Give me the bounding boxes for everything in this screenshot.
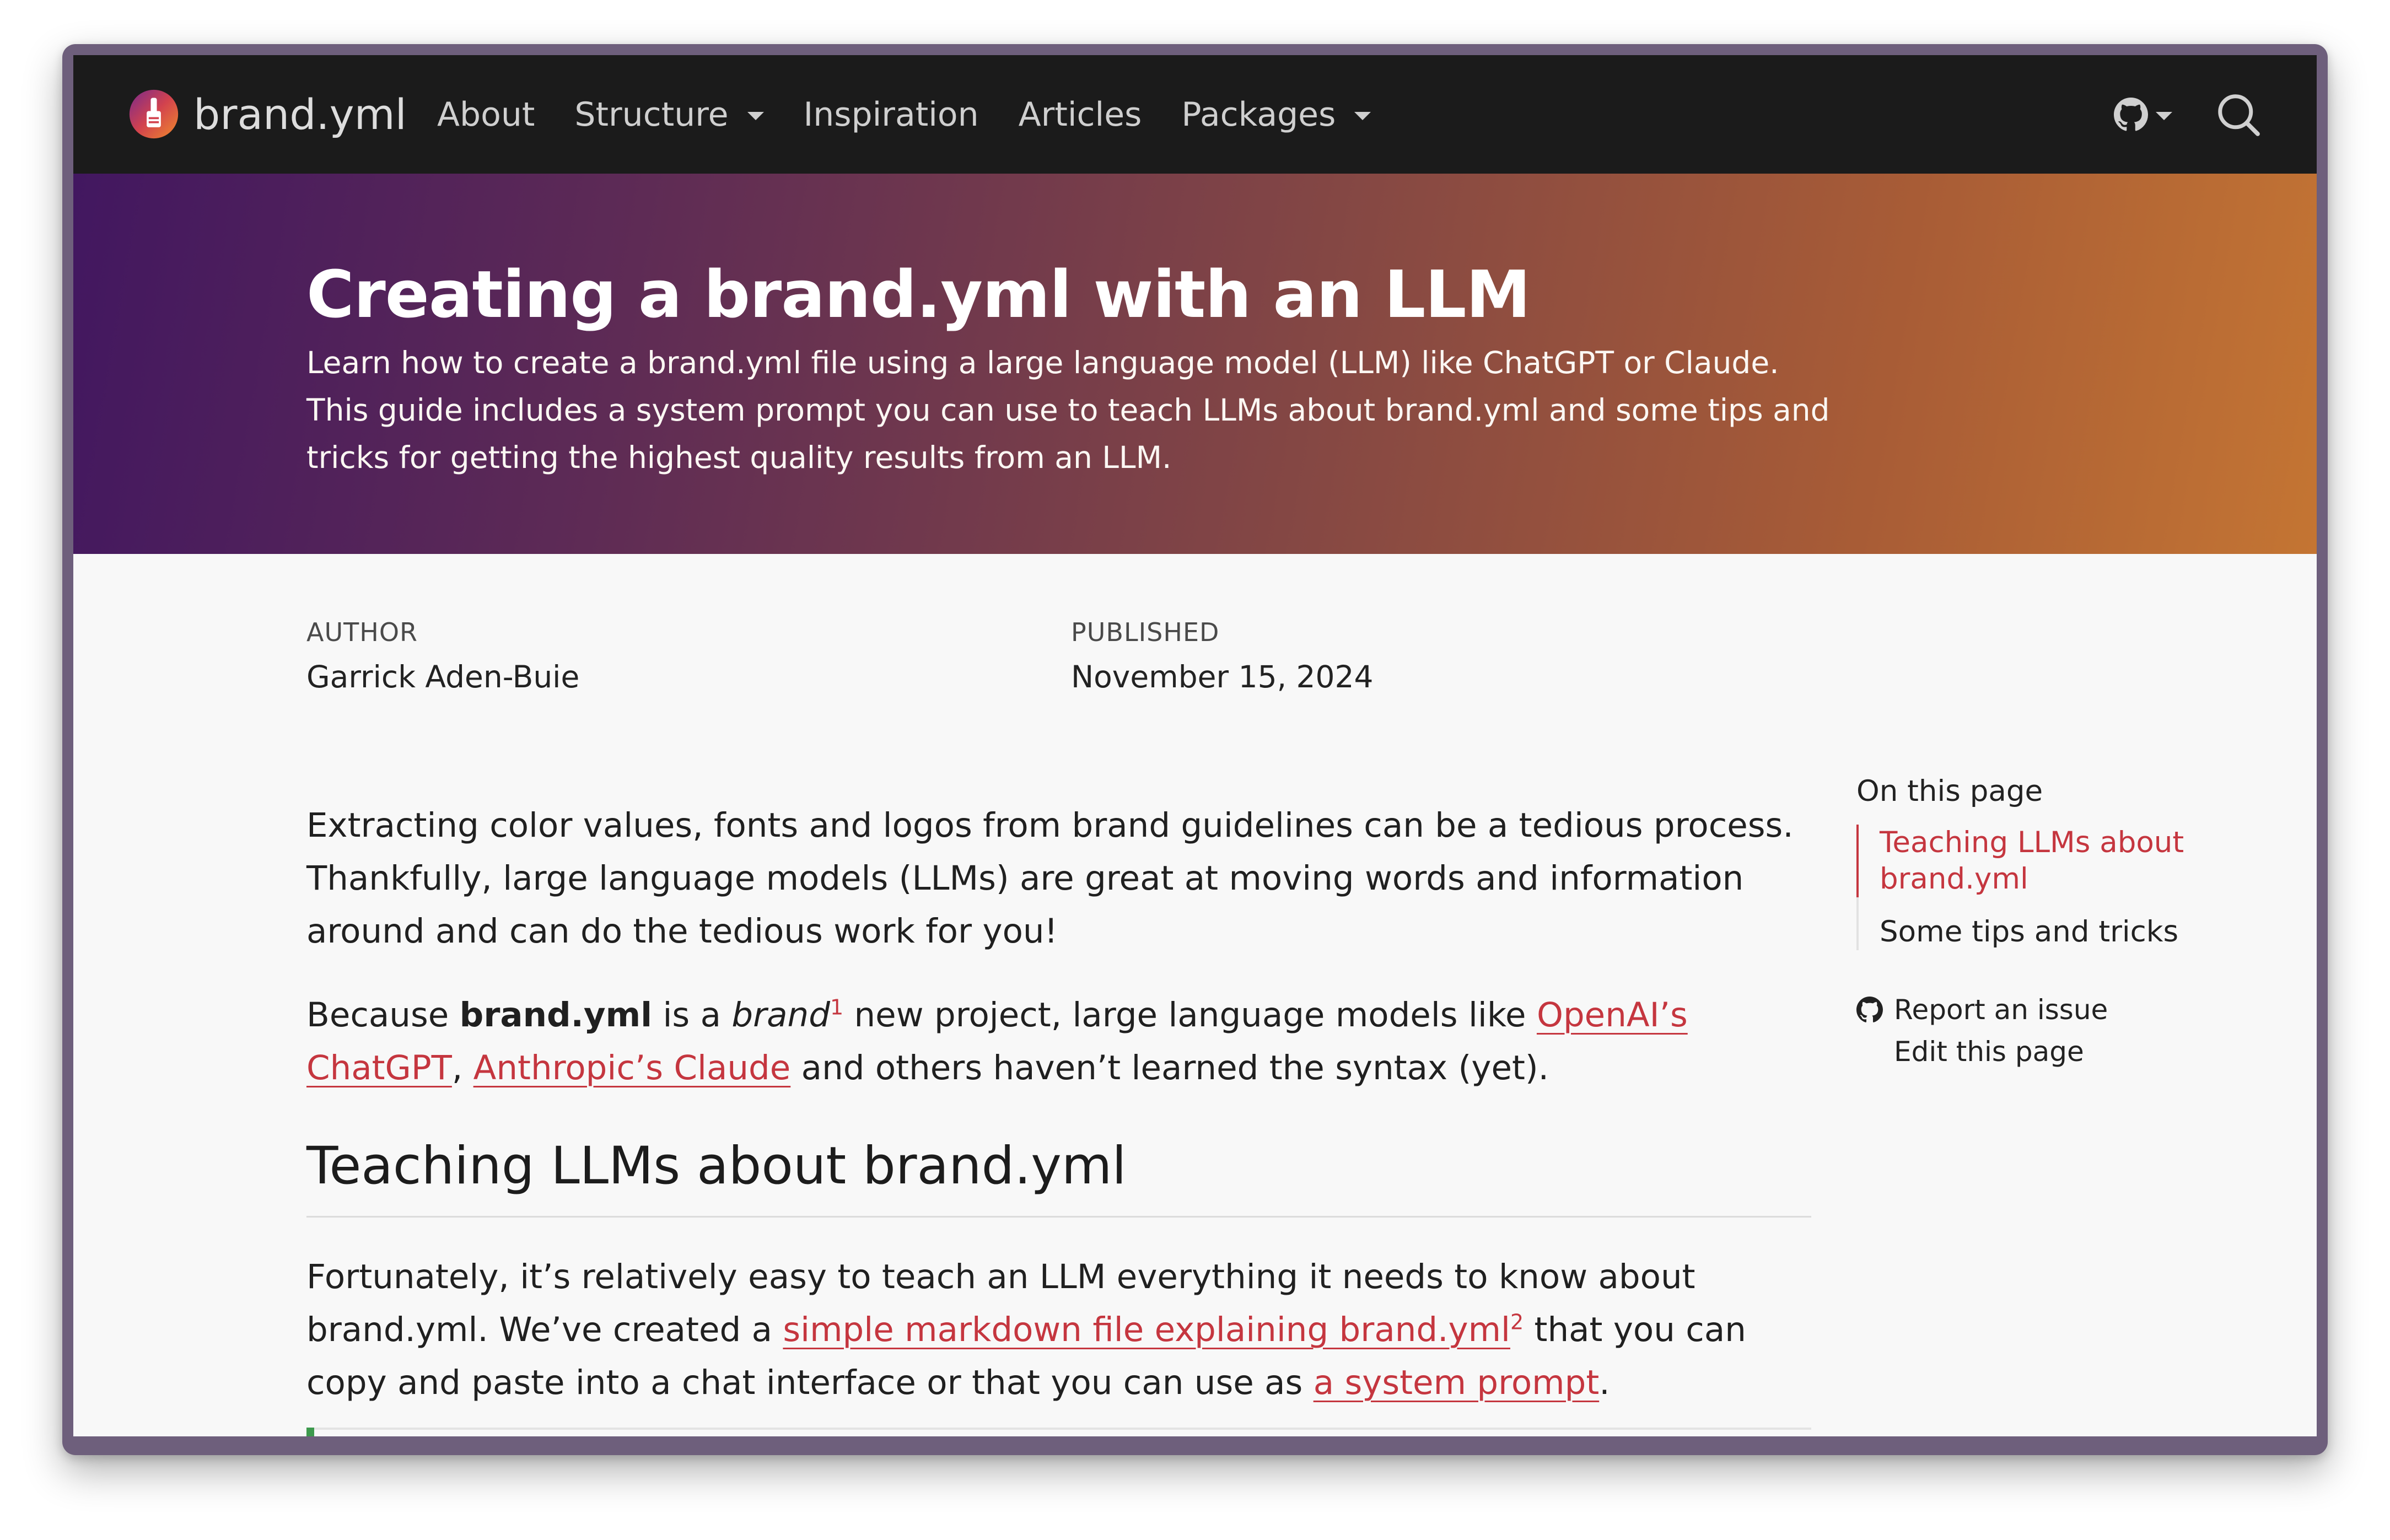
published-block: PUBLISHED November 15, 2024 (1071, 617, 1374, 694)
nav-item-label: About (437, 95, 535, 134)
heading-divider (306, 1216, 1811, 1218)
callout-box (306, 1428, 1811, 1436)
github-menu-button[interactable] (2114, 97, 2172, 132)
nav-item-label: Packages (1181, 95, 1336, 134)
brand-logo-icon (129, 89, 179, 139)
text-run: Because (306, 995, 460, 1035)
browser-window: brand.yml About Structure Inspiration Ar… (62, 44, 2328, 1455)
caret-down-icon (1354, 112, 1371, 120)
claude-link[interactable]: Anthropic’s Claude (473, 1048, 791, 1087)
markdown-file-link[interactable]: simple markdown file explaining brand.ym… (783, 1310, 1510, 1349)
text-run: . (1599, 1363, 1610, 1402)
nav-item-packages[interactable]: Packages (1181, 95, 1371, 134)
nav-menu: About Structure Inspiration Articles Pac… (437, 55, 1411, 174)
bold-text: brand.yml (459, 995, 653, 1035)
nav-item-structure[interactable]: Structure (574, 95, 764, 134)
text-run: new project, large language models like (843, 995, 1537, 1035)
github-icon (1856, 997, 1883, 1022)
footnote-ref-2[interactable]: 2 (1510, 1310, 1524, 1334)
author-block: AUTHOR Garrick Aden-Buie (306, 617, 579, 694)
edit-page-link[interactable]: Edit this page (1856, 1031, 2242, 1073)
caret-down-icon (2156, 112, 2172, 120)
nav-item-label: Inspiration (803, 95, 979, 134)
page-viewport: brand.yml About Structure Inspiration Ar… (73, 55, 2317, 1436)
nav-item-inspiration[interactable]: Inspiration (804, 95, 979, 134)
nav-item-about[interactable]: About (437, 95, 535, 134)
text-run: and others haven’t learned the syntax (y… (790, 1048, 1549, 1087)
report-issue-label: Report an issue (1894, 994, 2108, 1026)
page-subtitle: Learn how to create a brand.yml file usi… (306, 345, 1830, 475)
search-icon[interactable] (2215, 91, 2262, 138)
teaching-paragraph: Fortunately, it’s relatively easy to tea… (306, 1251, 1811, 1409)
github-icon (2114, 97, 2148, 131)
nav-tools (2114, 55, 2262, 174)
edit-page-label: Edit this page (1894, 1036, 2084, 1068)
author-label: AUTHOR (306, 617, 418, 647)
title-banner: Creating a brand.yml with an LLM Learn h… (73, 174, 2317, 554)
nav-item-label: Structure (574, 95, 729, 134)
section-heading: Teaching LLMs about brand.yml (306, 1136, 1127, 1196)
intro-paragraph: Extracting color values, fonts and logos… (306, 806, 1794, 951)
published-date: November 15, 2024 (1071, 659, 1374, 694)
context-paragraph: Because brand.yml is a brand1 new projec… (306, 989, 1811, 1095)
toc-item-tips[interactable]: Some tips and tricks (1859, 914, 2242, 950)
page-actions: Report an issue Edit this page (1856, 989, 2242, 1073)
brand-name: brand.yml (193, 89, 407, 139)
italic-text: brand (731, 995, 830, 1035)
navbar: brand.yml About Structure Inspiration Ar… (73, 55, 2317, 174)
toc-item-teaching[interactable]: Teaching LLMs about brand.yml (1856, 825, 2242, 897)
published-label: PUBLISHED (1071, 617, 1220, 647)
author-name: Garrick Aden-Buie (306, 659, 580, 694)
text-run: is a (652, 995, 732, 1035)
article-body: Extracting color values, fonts and logos… (306, 799, 1811, 1436)
nav-item-label: Articles (1018, 95, 1142, 134)
nav-item-articles[interactable]: Articles (1019, 95, 1142, 134)
brand-link[interactable]: brand.yml (128, 84, 407, 144)
toc-title: On this page (1856, 774, 2043, 808)
text-run: , (451, 1048, 473, 1087)
toc-list: Teaching LLMs about brand.yml Some tips … (1856, 825, 2242, 950)
footnote-ref-1[interactable]: 1 (830, 995, 843, 1020)
page-title: Creating a brand.yml with an LLM (306, 256, 1531, 332)
report-issue-link[interactable]: Report an issue (1856, 989, 2242, 1031)
system-prompt-link[interactable]: a system prompt (1314, 1363, 1600, 1402)
caret-down-icon (747, 112, 764, 120)
table-of-contents: On this page Teaching LLMs about brand.y… (1856, 774, 2242, 1073)
